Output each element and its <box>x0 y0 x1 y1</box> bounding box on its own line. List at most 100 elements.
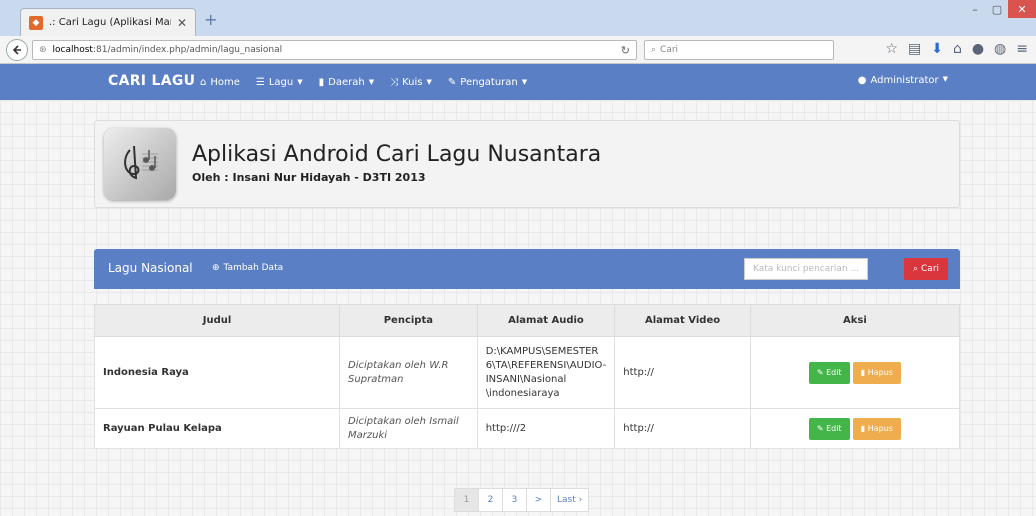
cell-judul: Rayuan Pulau Kelapa <box>93 408 341 449</box>
tab-close-icon[interactable]: ✕ <box>177 16 187 30</box>
bookmark-star-icon[interactable]: ☆ <box>885 41 898 57</box>
caret-down-icon: ▼ <box>368 78 375 86</box>
nav-item-label: Daerah <box>328 76 365 88</box>
edit-button[interactable]: ✎ Edit <box>808 361 850 384</box>
songs-table: Judul Pencipta Alamat Audio Alamat Video… <box>93 304 961 449</box>
app-logo <box>104 128 176 200</box>
cell-aksi: ✎ Edit ▮ Hapus <box>749 336 961 409</box>
user-icon: ● <box>857 75 867 86</box>
caret-down-icon: ▼ <box>521 78 528 86</box>
page-3[interactable]: 3 <box>503 489 527 511</box>
browser-search-box[interactable]: ⌕ Cari <box>644 40 834 60</box>
table-row: Indonesia Raya Diciptakan oleh W.R Supra… <box>93 336 961 409</box>
back-button[interactable] <box>6 39 28 61</box>
cell-pencipta: Diciptakan oleh W.R Supratman <box>339 336 478 409</box>
browser-tabstrip: ◆ .: Cari Lagu (Aplikasi Man... ✕ + – ▢ … <box>0 0 1036 36</box>
nav-item-label: Pengaturan <box>460 76 518 88</box>
url-text: localhost:81/admin/index.php/admin/lagu_… <box>53 45 615 55</box>
page-last[interactable]: Last › <box>551 489 588 511</box>
add-data-label: Tambah Data <box>223 263 284 273</box>
page-next[interactable]: > <box>527 489 551 511</box>
edit-icon: ✎ <box>816 423 824 433</box>
cell-video: http:// <box>614 408 751 449</box>
browser-search-placeholder: Cari <box>660 45 679 55</box>
page-2[interactable]: 2 <box>479 489 503 511</box>
cell-audio: http:///2 <box>476 408 616 449</box>
cell-audio: D:\KAMPUS\SEMESTER 6\TA\REFERENSI\AUDIO-… <box>476 336 616 409</box>
nav-item-daerah[interactable]: ▮ Daerah ▼ <box>319 77 374 88</box>
trash-icon: ▮ <box>860 423 866 433</box>
brand-logo[interactable]: CARI LAGU <box>108 73 195 89</box>
site-info-icon[interactable]: ⊛ <box>39 45 47 55</box>
nav-item-label: Lagu <box>268 76 294 88</box>
nav-item-label: Home <box>210 76 240 88</box>
plus-circle-icon: ⊕ <box>212 263 220 273</box>
column-header-judul[interactable]: Judul <box>93 304 341 337</box>
search-button-label: Cari <box>921 264 940 274</box>
reload-icon[interactable]: ↻ <box>621 44 630 57</box>
delete-label: Hapus <box>867 423 893 433</box>
edit-icon: ✎ <box>816 367 824 377</box>
url-host: localhost <box>52 45 93 55</box>
globe-icon[interactable]: ◍ <box>994 41 1006 57</box>
delete-button[interactable]: ▮ Hapus <box>852 361 901 384</box>
browser-toolbar: ⊛ localhost:81/admin/index.php/admin/lag… <box>0 36 1036 64</box>
clipboard-icon[interactable]: ▤ <box>908 41 921 57</box>
table-row: Rayuan Pulau Kelapa Diciptakan oleh Isma… <box>93 408 961 449</box>
column-header-aksi: Aksi <box>749 304 961 337</box>
list-icon: ☰ <box>255 76 265 88</box>
cell-aksi: ✎ Edit ▮ Hapus <box>749 408 961 449</box>
nav-item-kuis[interactable]: ⤨ Kuis ▼ <box>390 77 432 88</box>
url-bar[interactable]: ⊛ localhost:81/admin/index.php/admin/lag… <box>32 40 637 60</box>
add-data-button[interactable]: ⊕ Tambah Data <box>212 263 283 273</box>
user-name: Administrator <box>870 75 939 86</box>
tab-title: .: Cari Lagu (Aplikasi Man... <box>49 17 171 28</box>
app-navbar: CARI LAGU ⌂ Home ☰ Lagu ▼ ▮ Daerah ▼ ⤨ K… <box>0 64 1036 100</box>
panel-header: Lagu Nasional ⊕ Tambah Data ⌕ Cari <box>94 249 960 289</box>
download-icon[interactable]: ⬇ <box>931 41 943 57</box>
browser-tab[interactable]: ◆ .: Cari Lagu (Aplikasi Man... ✕ <box>20 8 196 36</box>
cell-judul: Indonesia Raya <box>93 336 341 409</box>
close-window-button[interactable]: ✕ <box>1008 0 1036 18</box>
url-path: :81/admin/index.php/admin/lagu_nasional <box>92 45 283 55</box>
maximize-button[interactable]: ▢ <box>986 0 1008 18</box>
edit-button[interactable]: ✎ Edit <box>808 417 850 440</box>
cell-pencipta: Diciptakan oleh Ismail Marzuki <box>339 408 478 449</box>
page-1: 1 <box>455 489 479 511</box>
panel-title: Lagu Nasional <box>108 261 193 275</box>
nav-item-lagu[interactable]: ☰ Lagu ▼ <box>256 77 303 88</box>
search-input[interactable] <box>744 258 868 280</box>
nav-item-label: Kuis <box>402 76 423 88</box>
delete-button[interactable]: ▮ Hapus <box>852 417 901 440</box>
new-tab-button[interactable]: + <box>204 10 217 29</box>
user-menu[interactable]: ● Administrator ▼ <box>858 75 948 86</box>
cell-video: http:// <box>614 336 751 409</box>
search-icon: ⌕ <box>651 45 657 55</box>
home-icon: ⌂ <box>200 76 207 88</box>
file-icon: ▮ <box>318 76 325 88</box>
minimize-button[interactable]: – <box>964 0 986 18</box>
search-button[interactable]: ⌕ Cari <box>904 258 948 280</box>
nav-item-home[interactable]: ⌂ Home <box>200 77 240 88</box>
browser-tool-icons: ☆ ▤ ⬇ ⌂ ● ◍ ≡ <box>885 41 1028 57</box>
chat-icon[interactable]: ● <box>972 41 984 57</box>
caret-down-icon: ▼ <box>942 75 948 83</box>
table-header-row: Judul Pencipta Alamat Audio Alamat Video… <box>93 304 961 337</box>
caret-down-icon: ▼ <box>426 78 432 86</box>
edit-label: Edit <box>826 423 842 433</box>
favicon-icon: ◆ <box>29 15 43 30</box>
pencil-icon: ✎ <box>447 76 457 88</box>
column-header-alamat-audio[interactable]: Alamat Audio <box>476 304 616 337</box>
window-controls: – ▢ ✕ <box>964 0 1036 18</box>
home-browser-icon[interactable]: ⌂ <box>953 41 962 57</box>
caret-down-icon: ▼ <box>297 78 303 86</box>
search-icon: ⌕ <box>912 264 919 274</box>
column-header-alamat-video[interactable]: Alamat Video <box>614 304 751 337</box>
random-icon: ⤨ <box>390 76 399 88</box>
page-subtitle: Oleh : Insani Nur Hidayah - D3TI 2013 <box>192 171 426 184</box>
music-note-icon <box>124 145 158 180</box>
menu-icon[interactable]: ≡ <box>1016 41 1028 57</box>
nav-item-pengaturan[interactable]: ✎ Pengaturan ▼ <box>448 77 527 88</box>
column-header-pencipta[interactable]: Pencipta <box>339 304 478 337</box>
pagination: 1 2 3 > Last › <box>454 488 590 512</box>
